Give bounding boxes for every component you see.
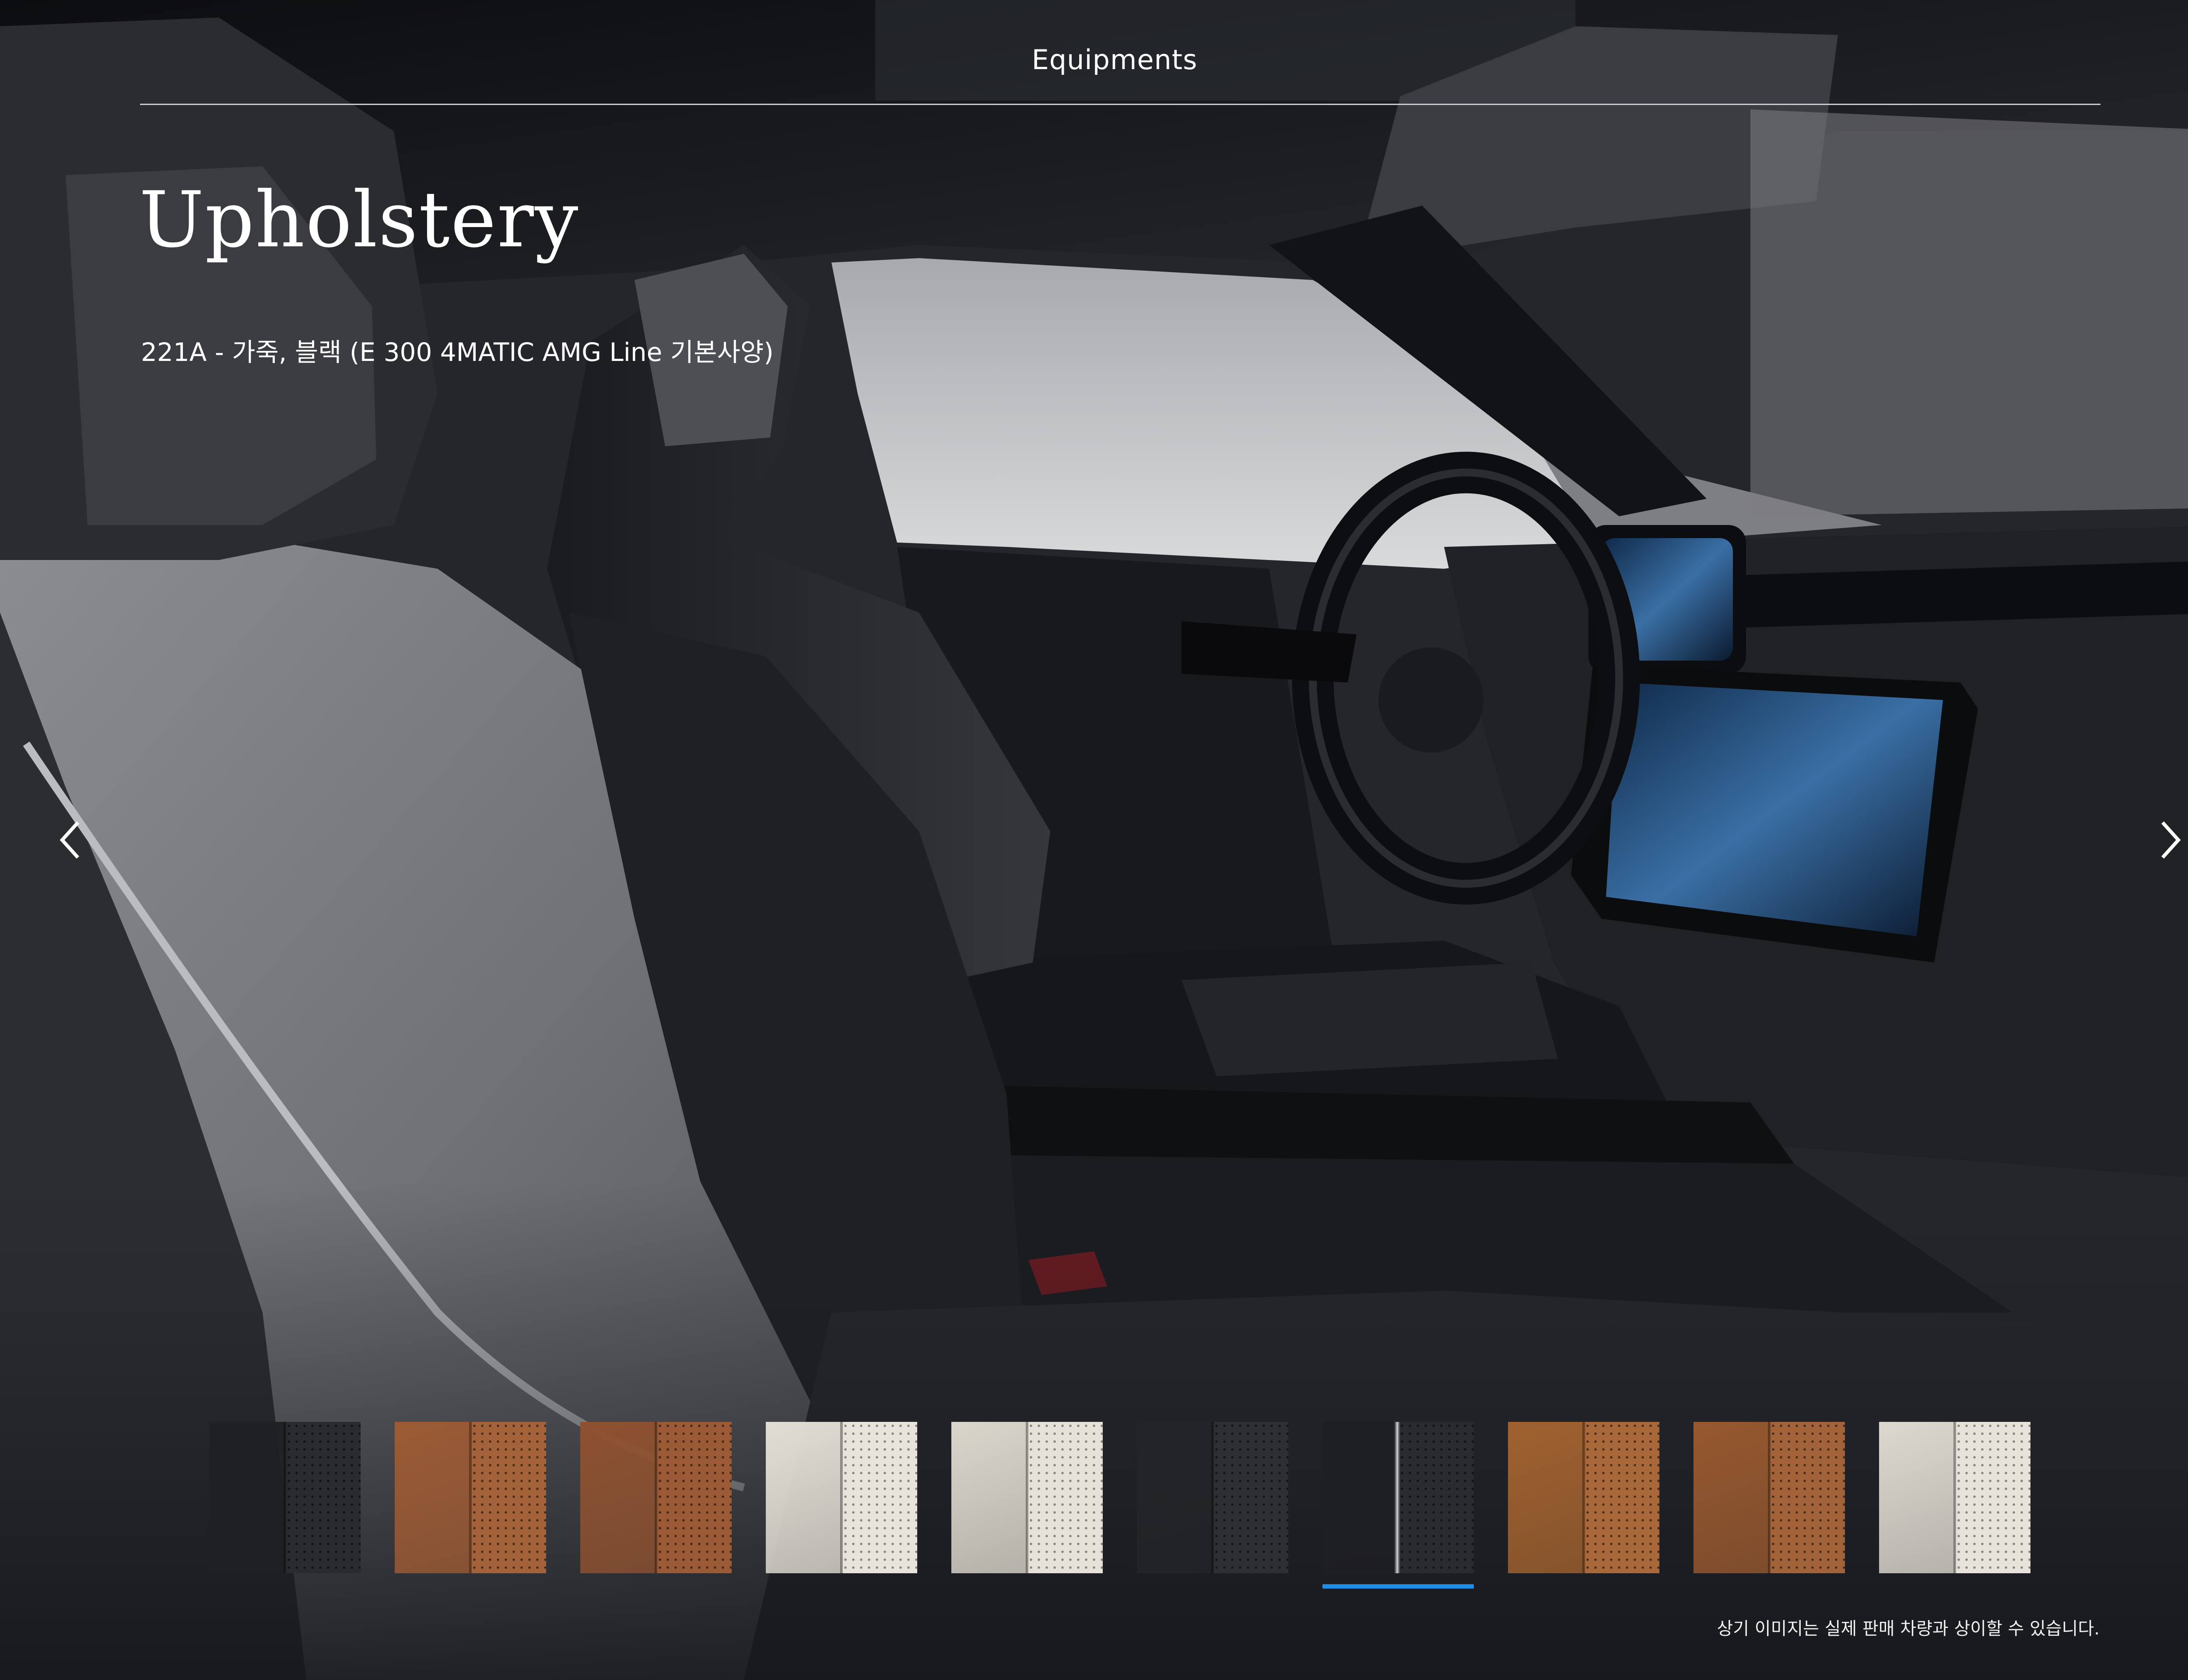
swatch-texture-perforated [1584, 1422, 1659, 1573]
swatch-brown-leather[interactable] [395, 1422, 546, 1573]
section-header: Equipments [1031, 44, 1198, 76]
swatch-texture-plain [766, 1422, 842, 1573]
swatch-texture-perforated [1027, 1422, 1103, 1573]
swatch-texture-perforated [1955, 1422, 2030, 1573]
swatch-texture-plain [1322, 1422, 1398, 1573]
swatch-black-leather[interactable] [209, 1422, 361, 1573]
disclaimer-text: 상기 이미지는 실제 판매 차량과 상이할 수 있습니다. [1717, 1619, 2100, 1639]
swatch-seam [840, 1422, 843, 1573]
swatch-texture-plain [951, 1422, 1027, 1573]
swatch-texture-perforated [1213, 1422, 1288, 1573]
swatch-seam [655, 1422, 657, 1573]
selected-swatch-indicator [1322, 1584, 1474, 1589]
swatch-texture-plain [1508, 1422, 1584, 1573]
swatch-brown-leather[interactable] [1694, 1422, 1845, 1573]
swatch-texture-perforated [470, 1422, 546, 1573]
swatch-texture-perforated [285, 1422, 361, 1573]
swatch-texture-perforated [1769, 1422, 1845, 1573]
swatch-brown-leather[interactable] [580, 1422, 732, 1573]
swatch-texture-plain [1137, 1422, 1213, 1573]
swatch-seam [1582, 1422, 1585, 1573]
swatch-white-leather[interactable] [766, 1422, 917, 1573]
swatch-texture-plain [1694, 1422, 1769, 1573]
swatch-texture-plain [1879, 1422, 1955, 1573]
swatch-white-leather[interactable] [1879, 1422, 2030, 1573]
header-divider [140, 104, 2100, 105]
swatch-seam [284, 1422, 286, 1573]
swatch-seam [469, 1422, 472, 1573]
upholstery-swatch-list [209, 1422, 2034, 1589]
swatch-texture-plain [395, 1422, 470, 1573]
swatch-piping [1394, 1422, 1400, 1573]
chevron-left-icon [60, 821, 79, 859]
previous-button[interactable] [44, 805, 96, 875]
swatch-seam [1211, 1422, 1214, 1573]
swatch-texture-perforated [842, 1422, 917, 1573]
next-button[interactable] [2144, 805, 2188, 875]
upholstery-variant-label: 221A - 가죽, 블랙 (E 300 4MATIC AMG Line 기본사… [141, 337, 774, 367]
swatch-texture-plain [580, 1422, 656, 1573]
swatch-black-leather[interactable] [1137, 1422, 1288, 1573]
swatch-seam [1026, 1422, 1028, 1573]
swatch-texture-plain [209, 1422, 285, 1573]
swatch-brown-leather[interactable] [1508, 1422, 1659, 1573]
chevron-right-icon [2161, 821, 2181, 859]
swatch-seam [1953, 1422, 1956, 1573]
swatch-texture-perforated [656, 1422, 732, 1573]
swatch-texture-perforated [1398, 1422, 1474, 1573]
page-title: Upholstery [139, 175, 579, 265]
swatch-seam [1768, 1422, 1771, 1573]
swatch-black-leather-piping[interactable] [1322, 1422, 1474, 1573]
swatch-white-leather[interactable] [951, 1422, 1103, 1573]
